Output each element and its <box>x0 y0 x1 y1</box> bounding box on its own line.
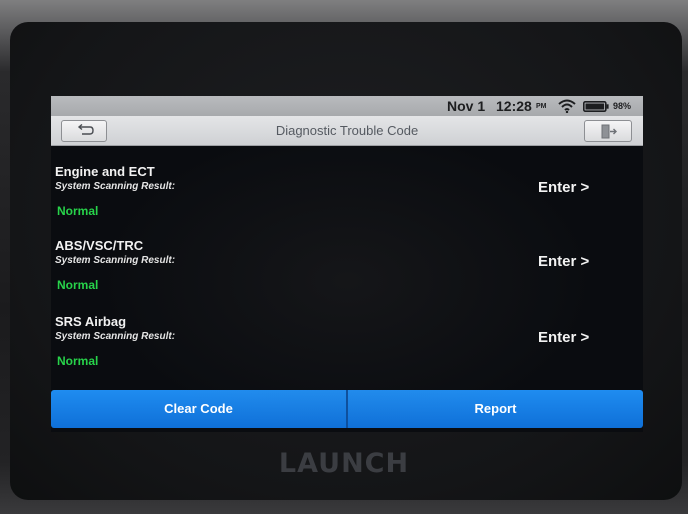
status-normal: Normal <box>57 354 99 368</box>
action-bar: Clear Code Report <box>51 390 643 428</box>
enter-button[interactable]: Enter > <box>538 253 589 270</box>
list-item[interactable]: ABS/VSC/TRC System Scanning Result: Norm… <box>51 238 643 314</box>
system-name: Engine and ECT <box>55 164 155 179</box>
status-time: 12:28 <box>496 98 532 114</box>
battery-percent: 98% <box>613 101 632 111</box>
result-label: System Scanning Result: <box>55 331 176 342</box>
list-item[interactable]: SRS Airbag System Scanning Result: Norma… <box>51 314 643 390</box>
clear-code-button[interactable]: Clear Code <box>51 390 346 428</box>
result-label: System Scanning Result: <box>55 255 176 266</box>
battery-icon <box>583 101 609 112</box>
enter-button[interactable]: Enter > <box>538 329 589 346</box>
report-button[interactable]: Report <box>348 390 643 428</box>
system-name: ABS/VSC/TRC <box>55 238 144 253</box>
title-bar: Diagnostic Trouble Code <box>51 116 643 146</box>
system-name: SRS Airbag <box>55 314 127 329</box>
page-title: Diagnostic Trouble Code <box>275 123 419 138</box>
list-item[interactable]: Engine and ECT System Scanning Result: N… <box>51 164 643 240</box>
status-date: Nov 1 <box>447 98 486 114</box>
wifi-icon <box>558 99 576 113</box>
exit-icon <box>601 124 617 139</box>
device-brand-logo: LAUNCH <box>278 448 410 479</box>
enter-button[interactable]: Enter > <box>538 179 589 196</box>
device-screen: Nov 1 12:28 PM 98% Diagnostic Trouble Co… <box>51 96 643 432</box>
exit-button[interactable] <box>584 120 632 142</box>
status-bar: Nov 1 12:28 PM 98% <box>51 96 643 116</box>
system-list: Engine and ECT System Scanning Result: N… <box>51 146 643 390</box>
status-ampm: PM <box>536 103 547 110</box>
status-normal: Normal <box>57 278 99 292</box>
result-label: System Scanning Result: <box>55 181 176 192</box>
status-normal: Normal <box>57 204 99 218</box>
